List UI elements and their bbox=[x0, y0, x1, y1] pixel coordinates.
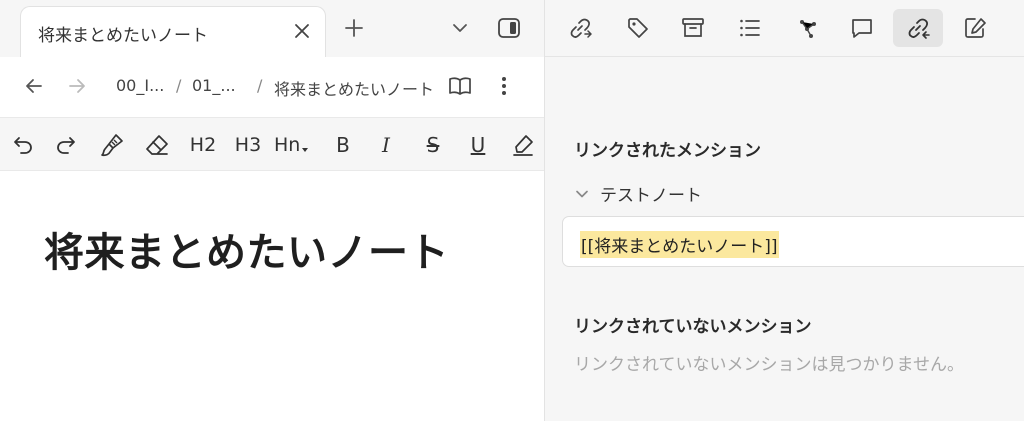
bold-button[interactable]: B bbox=[326, 128, 360, 162]
edit-icon[interactable] bbox=[955, 9, 995, 47]
strikethrough-button[interactable]: S bbox=[416, 128, 450, 162]
tab-active-note[interactable]: 将来まとめたいノート bbox=[20, 6, 326, 57]
more-vertical-icon[interactable] bbox=[491, 73, 517, 99]
heading-n-label: Hn bbox=[274, 134, 301, 156]
navigation-bar bbox=[0, 57, 544, 114]
breadcrumb-separator: / bbox=[257, 76, 263, 95]
breadcrumb-item-1[interactable]: 00_I... bbox=[116, 76, 164, 95]
caret-down-icon bbox=[302, 148, 309, 152]
unlinked-mentions-title: リンクされていないメンション bbox=[574, 317, 812, 337]
mention-group-header[interactable]: テストノート bbox=[574, 181, 702, 206]
plus-icon[interactable] bbox=[340, 14, 368, 42]
heading-2-button[interactable]: H2 bbox=[186, 128, 220, 162]
chevron-down-icon[interactable] bbox=[446, 14, 474, 42]
backlinks-icon[interactable] bbox=[893, 9, 943, 47]
tab-bar: 将来まとめたいノート bbox=[0, 0, 544, 57]
breadcrumb-item-current: 将来まとめたいノート bbox=[274, 80, 435, 99]
linked-mentions-title: リンクされたメンション bbox=[574, 141, 761, 161]
sidebar-toggle-icon[interactable] bbox=[495, 14, 523, 42]
mention-card[interactable]: [[将来まとめたいノート]] bbox=[562, 216, 1024, 267]
chevron-down-icon[interactable] bbox=[574, 186, 590, 202]
mention-group-label: テストノート bbox=[600, 186, 702, 206]
breadcrumb-item-2[interactable]: 01_... bbox=[192, 76, 236, 95]
close-icon[interactable] bbox=[291, 20, 313, 42]
arrow-left-icon[interactable] bbox=[21, 73, 47, 99]
note-title[interactable]: 将来まとめたいノート bbox=[44, 220, 449, 278]
underline-button[interactable]: U bbox=[461, 128, 495, 162]
breadcrumb-separator: / bbox=[176, 76, 182, 95]
outline-icon[interactable] bbox=[730, 9, 770, 47]
graph-icon[interactable] bbox=[788, 9, 828, 47]
redo-icon[interactable] bbox=[49, 128, 83, 162]
tag-icon[interactable] bbox=[618, 9, 658, 47]
archive-icon[interactable] bbox=[673, 9, 713, 47]
outgoing-links-icon[interactable] bbox=[560, 9, 600, 47]
heading-3-button[interactable]: H3 bbox=[231, 128, 265, 162]
unlinked-empty-message: リンクされていないメンションは見つかりません。 bbox=[574, 355, 964, 375]
mention-text[interactable]: [[将来まとめたいノート]] bbox=[580, 231, 779, 258]
book-icon[interactable] bbox=[447, 73, 473, 99]
arrow-right-icon[interactable] bbox=[64, 73, 90, 99]
comment-icon[interactable] bbox=[842, 9, 882, 47]
tab-title: 将来まとめたいノート bbox=[38, 26, 208, 46]
editor-toolbar: H2 H3 Hn B I S U bbox=[0, 117, 544, 171]
italic-button[interactable]: I bbox=[369, 128, 403, 162]
paint-brush-icon[interactable] bbox=[95, 128, 129, 162]
backlinks-pane: リンクされたメンション テストノート [[将来まとめたいノート]] リンクされて… bbox=[545, 0, 1024, 421]
sidebar-toolbar bbox=[545, 0, 1024, 57]
undo-icon[interactable] bbox=[6, 128, 40, 162]
editor-pane: 将来まとめたいノート 00_I... / 01_... / 将来まとめたいノート… bbox=[0, 0, 544, 421]
eraser-icon[interactable] bbox=[140, 128, 174, 162]
highlighter-icon[interactable] bbox=[506, 128, 540, 162]
heading-n-dropdown[interactable]: Hn bbox=[274, 128, 314, 162]
app-window: 将来まとめたいノート 00_I... / 01_... / 将来まとめたいノート… bbox=[0, 0, 1024, 421]
